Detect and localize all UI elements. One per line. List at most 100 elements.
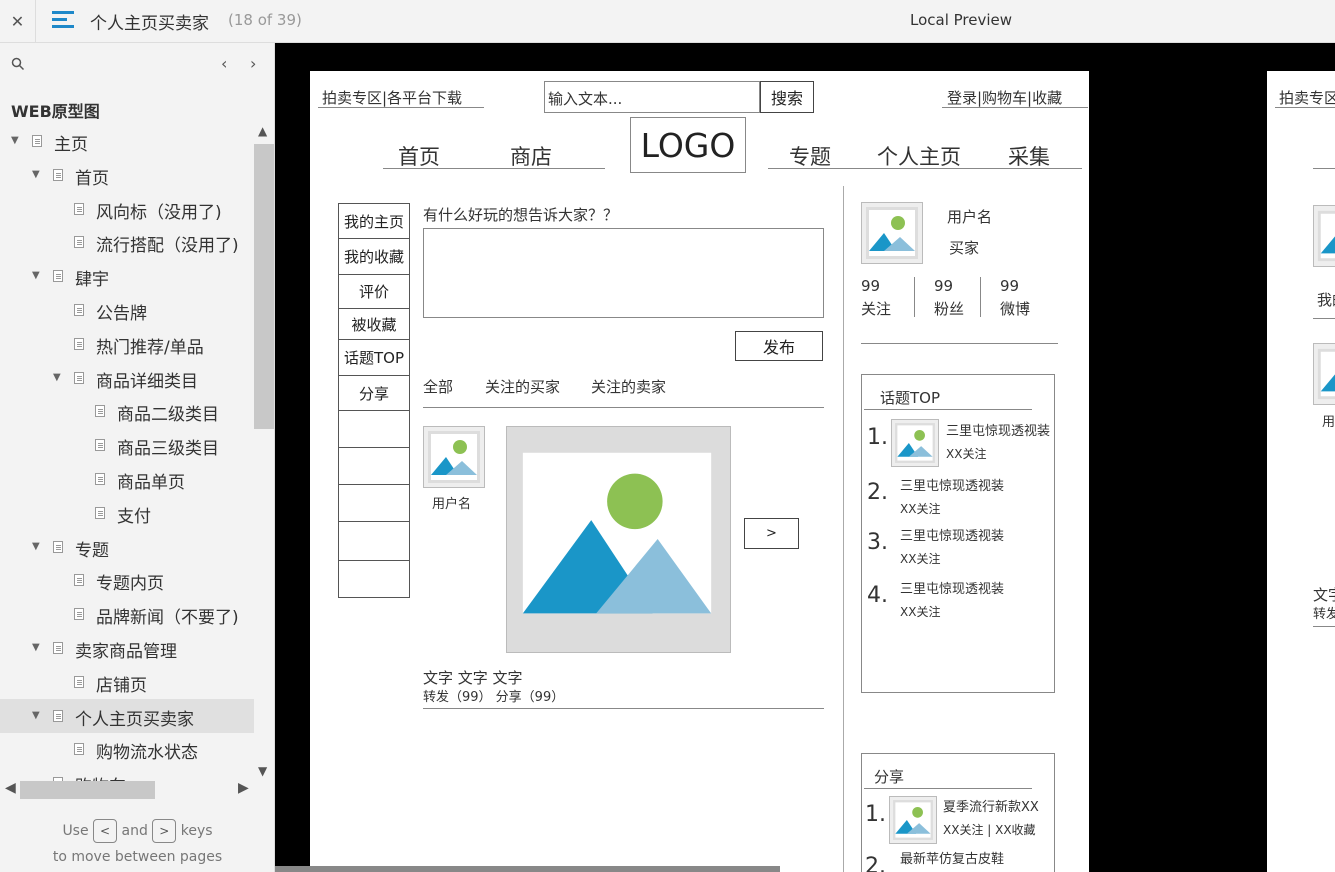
divider <box>768 168 1082 169</box>
sidebar-item[interactable]: ▼ 主页 <box>0 124 254 158</box>
feed-tab-sellers[interactable]: 关注的卖家 <box>591 376 666 397</box>
profile-tab[interactable]: 我的主页 <box>339 204 409 239</box>
topic-thumbnail[interactable] <box>891 419 939 467</box>
sidebar-item[interactable]: 流行搭配（没用了) <box>0 225 254 259</box>
sidebar-item[interactable]: 公告牌 <box>0 293 254 327</box>
avatar[interactable] <box>423 426 485 488</box>
close-icon[interactable]: ✕ <box>0 0 36 42</box>
top-links-right[interactable]: 登录|购物车|收藏 <box>947 87 1062 108</box>
share-thumbnail[interactable] <box>889 796 937 844</box>
profile-tab[interactable] <box>339 522 409 561</box>
page-icon <box>95 405 105 418</box>
profile-tab[interactable]: 被收藏 <box>339 309 409 340</box>
expand-caret-icon[interactable]: ▼ <box>32 270 40 281</box>
sidebar-item[interactable]: ▼ 卖家商品管理 <box>0 631 254 665</box>
expand-caret-icon[interactable]: ▼ <box>53 372 61 383</box>
share-rank: 2. <box>865 854 886 872</box>
divider <box>942 107 1088 108</box>
sidebar-item[interactable]: 支付 <box>0 496 254 530</box>
nav-topic[interactable]: 专题 <box>789 141 831 171</box>
sidebar-item[interactable]: 风向标（没用了) <box>0 192 254 226</box>
preview-canvas: 拍卖专区|各平台下载 输入文本... 搜索 登录|购物车|收藏 首页 商店 LO… <box>275 43 1335 872</box>
scroll-down-icon[interactable]: ▼ <box>258 764 267 778</box>
expand-caret-icon[interactable]: ▼ <box>32 541 40 552</box>
prev-page-icon[interactable]: ‹ <box>221 54 227 73</box>
stat-label[interactable]: 微博 <box>1000 298 1030 319</box>
stat-label[interactable]: 关注 <box>861 298 891 319</box>
sidebar-item[interactable]: 专题内页 <box>0 563 254 597</box>
nav-shop[interactable]: 商店 <box>510 141 552 171</box>
sidebar-item-label: 卖家商品管理 <box>75 642 177 662</box>
expand-caret-icon[interactable]: ▼ <box>11 135 19 146</box>
profile-avatar[interactable] <box>861 202 923 264</box>
tree-root-label: WEB原型图 <box>11 102 100 121</box>
profile-tab[interactable]: 话题TOP <box>339 340 409 376</box>
post-prompt: 有什么好玩的想告诉大家？？ <box>423 206 619 224</box>
search-button[interactable]: 搜索 <box>760 81 814 113</box>
nav-collect[interactable]: 采集 <box>1008 141 1050 171</box>
feed-next-button[interactable]: > <box>744 518 799 549</box>
profile-tab[interactable]: 我的收藏 <box>339 239 409 275</box>
profile-tab[interactable] <box>339 411 409 448</box>
scroll-right-icon[interactable]: ▶ <box>238 780 249 796</box>
top-links-left[interactable]: 拍卖专区|各平台下载 <box>322 87 462 108</box>
topic-name[interactable]: 三里屯惊现透视装 <box>900 475 1004 494</box>
sidebar-item[interactable]: ▼ 商品详细类目 <box>0 361 254 395</box>
search-input[interactable]: 输入文本... <box>544 81 760 113</box>
page-icon <box>74 743 84 756</box>
expand-caret-icon[interactable]: ▼ <box>32 710 40 721</box>
profile-tab[interactable]: 分享 <box>339 376 409 411</box>
feed-meta[interactable]: 转发（99） 分享（99） <box>423 686 564 705</box>
scroll-up-icon[interactable]: ▲ <box>258 124 267 138</box>
preview-hscrollbar[interactable] <box>275 866 780 872</box>
sidebar-item[interactable]: ▼ 个人主页买卖家 <box>0 698 254 733</box>
scrollbar-thumb[interactable] <box>254 144 274 429</box>
share-name[interactable]: 最新苹仿复古皮鞋 <box>900 848 1004 867</box>
expand-caret-icon[interactable]: ▼ <box>32 169 40 180</box>
profile-tab[interactable] <box>339 448 409 485</box>
post-textarea[interactable] <box>423 228 824 318</box>
sidebar-vscrollbar[interactable]: ▲ ▼ <box>254 124 274 784</box>
feed-username[interactable]: 用户名 <box>432 493 471 512</box>
feed-tab-all[interactable]: 全部 <box>423 376 453 397</box>
search-icon[interactable] <box>11 57 25 75</box>
sidebar-item[interactable]: ▼ 肆宇 <box>0 259 254 293</box>
nav-home[interactable]: 首页 <box>398 141 440 171</box>
page2-top-link: 拍卖专区 <box>1279 89 1335 107</box>
sidebar-item[interactable]: 热门推荐/单品 <box>0 327 254 361</box>
profile-tab[interactable] <box>339 561 409 600</box>
next-page-icon[interactable]: › <box>250 54 256 73</box>
share-meta: XX关注 | XX收藏 <box>943 823 1036 837</box>
page-icon <box>53 168 63 181</box>
sidebar-item[interactable]: 商品二级类目 <box>0 394 254 428</box>
sidebar-item[interactable]: ▼ 首页 <box>0 158 254 192</box>
sidebar-item[interactable]: 商品单页 <box>0 462 254 496</box>
topic-name[interactable]: 三里屯惊现透视装 <box>900 578 1004 597</box>
hscrollbar-thumb[interactable] <box>20 781 155 799</box>
hamburger-icon[interactable] <box>52 11 74 31</box>
divider <box>864 788 1032 789</box>
sidebar-item-label: 风向标（没用了) <box>96 202 222 223</box>
nav-profile[interactable]: 个人主页 <box>877 141 961 171</box>
sidebar-item[interactable]: 商品三级类目 <box>0 428 254 462</box>
stat-label[interactable]: 粉丝 <box>934 298 964 319</box>
feed-image[interactable] <box>506 426 731 653</box>
profile-tab[interactable] <box>339 485 409 522</box>
share-name[interactable]: 夏季流行新款XX <box>943 796 1039 815</box>
sidebar-item[interactable]: 店铺页 <box>0 665 254 699</box>
sidebar-hscrollbar[interactable]: ◀ ▶ <box>0 779 254 801</box>
topic-name[interactable]: 三里屯惊现透视装 <box>946 420 1050 439</box>
topic-follow: XX关注 <box>900 502 941 516</box>
profile-tab[interactable]: 评价 <box>339 275 409 309</box>
sidebar-item[interactable]: 购物流水状态 <box>0 732 254 766</box>
sidebar-item[interactable]: 品牌新闻（不要了) <box>0 597 254 631</box>
feed-tab-buyers[interactable]: 关注的买家 <box>485 376 560 397</box>
scroll-left-icon[interactable]: ◀ <box>5 780 16 796</box>
logo[interactable]: LOGO <box>630 117 746 173</box>
expand-caret-icon[interactable]: ▼ <box>32 642 40 653</box>
page2-feed-avatar <box>1313 343 1335 405</box>
publish-button[interactable]: 发布 <box>735 331 823 361</box>
divider <box>864 409 1032 410</box>
topic-name[interactable]: 三里屯惊现透视装 <box>900 525 1004 544</box>
sidebar-item[interactable]: ▼ 专题 <box>0 530 254 564</box>
